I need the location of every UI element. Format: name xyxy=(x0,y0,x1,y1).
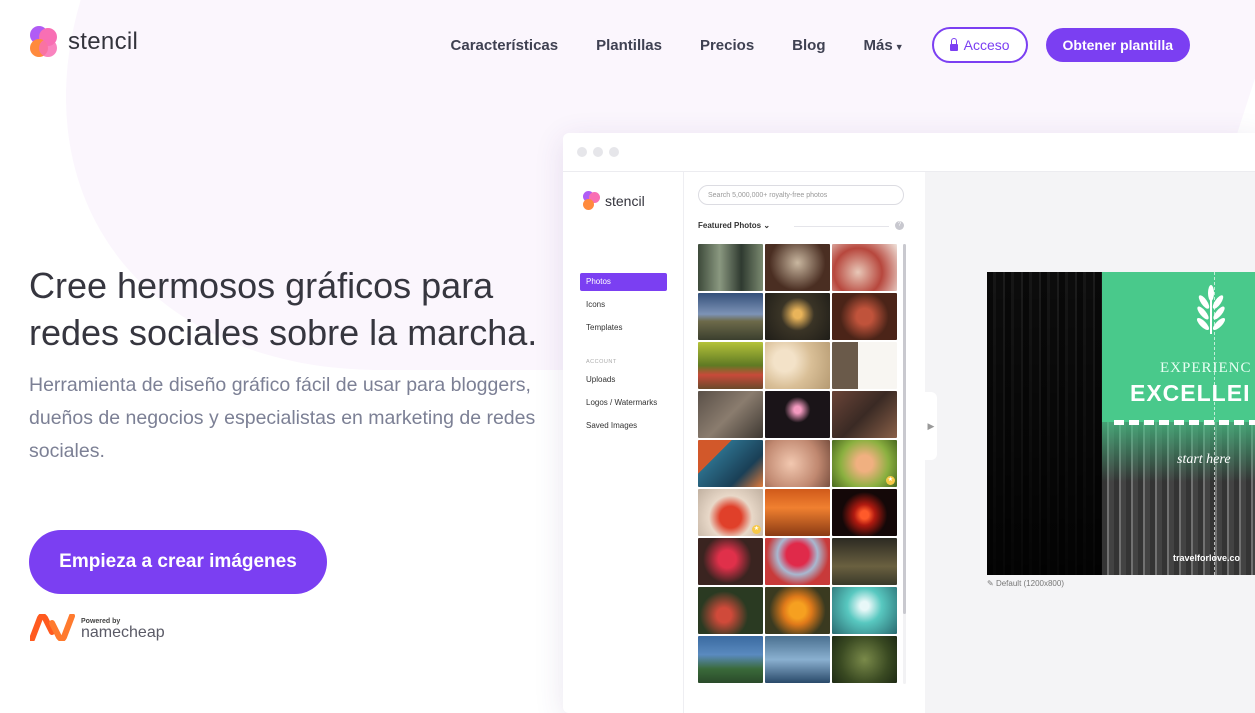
photo-thumbnail[interactable] xyxy=(832,244,897,291)
stencil-logo-icon xyxy=(30,26,60,58)
app-logo-text: stencil xyxy=(605,192,645,209)
photo-thumbnail[interactable] xyxy=(698,440,763,487)
get-template-button[interactable]: Obtener plantilla xyxy=(1045,28,1190,62)
canvas-text-line2[interactable]: EXCELLEI xyxy=(1130,380,1250,407)
photo-thumbnail[interactable] xyxy=(765,244,830,291)
photo-grid: ★ ★ xyxy=(698,244,898,683)
featured-photos-dropdown[interactable]: Featured Photos ⌄ xyxy=(698,221,770,230)
divider xyxy=(794,226,889,227)
login-button[interactable]: Acceso xyxy=(931,27,1028,63)
photo-thumbnail[interactable] xyxy=(832,342,897,389)
chevron-right-icon: ▶ xyxy=(927,420,935,431)
sidebar-section-account: ACCOUNT xyxy=(586,359,617,365)
photo-thumbnail[interactable] xyxy=(698,293,763,340)
photo-thumbnail[interactable] xyxy=(832,293,897,340)
photo-thumbnail[interactable] xyxy=(765,293,830,340)
canvas-text-line3[interactable]: start here xyxy=(1177,452,1231,468)
photo-thumbnail[interactable] xyxy=(765,342,830,389)
app-sidebar: stencil Photos Icons Templates ACCOUNT U… xyxy=(563,172,684,713)
nav-plantillas[interactable]: Plantillas xyxy=(596,37,662,54)
photo-search-input[interactable]: Search 5,000,000+ royalty-free photos xyxy=(698,185,904,205)
alignment-guide xyxy=(1214,272,1215,575)
canvas-size-label: Default (1200x800) xyxy=(995,579,1064,588)
chevron-down-icon: ▼ xyxy=(894,41,904,52)
namecheap-logo-icon xyxy=(30,614,75,641)
canvas-dashes xyxy=(1114,420,1255,425)
photo-thumbnail[interactable] xyxy=(832,636,897,683)
nav-blog[interactable]: Blog xyxy=(792,37,825,54)
login-label: Acceso xyxy=(963,37,1010,53)
wheat-icon xyxy=(1196,285,1226,334)
nav-mas-dropdown[interactable]: Más ▼ xyxy=(864,37,904,54)
pencil-icon: ✎ xyxy=(987,579,994,588)
premium-star-icon: ★ xyxy=(752,525,761,534)
hero-subtitle: Herramienta de diseño gráfico fácil de u… xyxy=(29,374,536,462)
logo-text: stencil xyxy=(68,28,139,55)
start-creating-button[interactable]: Empieza a crear imágenes xyxy=(29,530,327,594)
photo-thumbnail[interactable] xyxy=(698,538,763,585)
photo-thumbnail[interactable] xyxy=(765,538,830,585)
featured-photos-label: Featured Photos xyxy=(698,221,762,230)
window-dot xyxy=(593,147,603,157)
app-logo: stencil xyxy=(583,191,645,210)
window-dot xyxy=(609,147,619,157)
sidebar-item-uploads[interactable]: Uploads xyxy=(580,371,667,389)
photos-panel: Search 5,000,000+ royalty-free photos Fe… xyxy=(684,172,924,713)
canvas-size-selector[interactable]: ✎ Default (1200x800) xyxy=(987,579,1064,588)
collapse-panel-button[interactable]: ▶ xyxy=(925,392,937,460)
hero: Cree hermosos gráficos para redes social… xyxy=(29,262,549,468)
namecheap-text: namecheap xyxy=(81,624,165,641)
photo-thumbnail[interactable] xyxy=(765,440,830,487)
help-icon[interactable]: ? xyxy=(895,221,904,230)
scrollbar-thumb[interactable] xyxy=(903,244,906,614)
powered-by-namecheap[interactable]: Powered by namecheap xyxy=(30,614,165,641)
hero-title: Cree hermosos gráficos para redes social… xyxy=(29,265,538,353)
photo-thumbnail[interactable] xyxy=(832,538,897,585)
design-canvas[interactable]: EXPERIENC EXCELLEI start here travelforl… xyxy=(987,272,1255,575)
photo-thumbnail[interactable] xyxy=(698,636,763,683)
photo-thumbnail[interactable] xyxy=(832,391,897,438)
photo-thumbnail[interactable] xyxy=(698,391,763,438)
sidebar-item-photos[interactable]: Photos xyxy=(580,273,667,291)
nav-caracteristicas[interactable]: Características xyxy=(451,37,559,54)
app-preview-window: stencil Photos Icons Templates ACCOUNT U… xyxy=(563,133,1255,713)
photo-thumbnail[interactable] xyxy=(698,587,763,634)
canvas-watermark-url[interactable]: travelforlove.co xyxy=(1173,553,1240,563)
photo-thumbnail[interactable]: ★ xyxy=(698,489,763,536)
sidebar-item-icons[interactable]: Icons xyxy=(580,296,667,314)
canvas-photo xyxy=(987,272,1102,575)
photo-thumbnail[interactable] xyxy=(765,489,830,536)
chevron-down-icon: ⌄ xyxy=(763,221,771,230)
photo-thumbnail[interactable] xyxy=(765,636,830,683)
photo-thumbnail[interactable] xyxy=(832,489,897,536)
sidebar-item-saved-images[interactable]: Saved Images xyxy=(580,417,667,435)
photo-thumbnail[interactable] xyxy=(698,342,763,389)
stencil-logo[interactable]: stencil xyxy=(30,26,138,58)
photo-thumbnail[interactable] xyxy=(765,587,830,634)
sidebar-item-templates[interactable]: Templates xyxy=(580,319,667,337)
photo-thumbnail[interactable] xyxy=(698,244,763,291)
lock-icon xyxy=(949,37,958,51)
nav-precios[interactable]: Precios xyxy=(700,37,754,54)
site-header: stencil Características Plantillas Preci… xyxy=(0,0,1255,90)
premium-star-icon: ★ xyxy=(886,476,895,485)
nav-mas-label: Más xyxy=(863,36,893,54)
photo-thumbnail[interactable]: ★ xyxy=(832,440,897,487)
main-nav: Características Plantillas Precios Blog … xyxy=(451,27,1190,63)
sidebar-item-logos-watermarks[interactable]: Logos / Watermarks xyxy=(580,394,667,412)
window-dot xyxy=(577,147,587,157)
stencil-logo-icon xyxy=(583,191,601,210)
window-titlebar xyxy=(563,133,1255,172)
canvas-area: ▶ EXPERIENC EXCELLEI start here travelfo… xyxy=(925,172,1255,713)
photo-thumbnail[interactable] xyxy=(832,587,897,634)
photo-thumbnail[interactable] xyxy=(765,391,830,438)
canvas-text-line1[interactable]: EXPERIENC xyxy=(1160,360,1252,377)
